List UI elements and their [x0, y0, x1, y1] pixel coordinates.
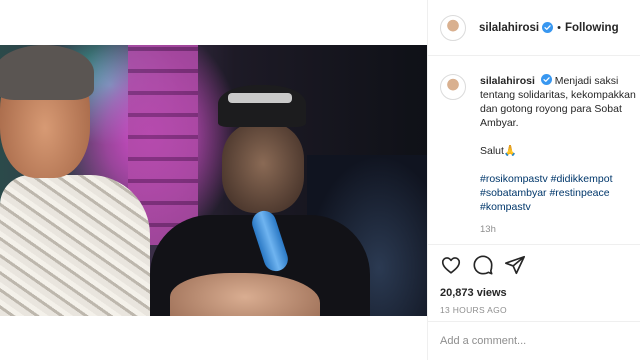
woman-hair	[0, 45, 94, 100]
post-video[interactable]	[0, 45, 427, 316]
post-side-panel: silalahirosi • Following silalahirosi Me…	[427, 0, 640, 360]
verified-badge-icon	[540, 74, 552, 85]
view-count[interactable]: 20,873 views	[440, 287, 629, 299]
comment-icon[interactable]	[472, 254, 494, 276]
caption-avatar[interactable]	[440, 74, 466, 100]
separator-dot: •	[557, 21, 561, 34]
caption-username[interactable]: silalahirosi	[480, 75, 535, 87]
man-cap	[218, 85, 306, 127]
action-bar: 20,873 views 13 HOURS AGO	[428, 244, 640, 320]
man-cap-band	[228, 93, 292, 103]
hashtag-link[interactable]: #sobatambyar	[480, 187, 547, 199]
media-panel	[0, 0, 427, 360]
verified-badge-icon	[542, 22, 554, 33]
caption-salut: Salut🙏	[480, 145, 518, 157]
caption-area: silalahirosi Menjadi saksi tentang solid…	[428, 56, 640, 244]
woman-figure	[0, 175, 150, 316]
header-username[interactable]: silalahirosi	[479, 22, 539, 34]
hashtag-link[interactable]: #restinpeace	[549, 187, 609, 199]
hashtag-link[interactable]: #didikkempot	[551, 173, 613, 185]
share-icon[interactable]	[504, 254, 526, 276]
heart-icon[interactable]	[440, 254, 462, 276]
caption-time: 13h	[480, 224, 496, 235]
action-icons	[440, 253, 629, 277]
comment-input[interactable]	[440, 335, 630, 347]
post-header: silalahirosi • Following	[428, 0, 640, 56]
man-face	[222, 123, 304, 213]
avatar[interactable]	[440, 14, 466, 41]
hashtag-list: #rosikompastv #didikkempot #sobatambyar …	[480, 172, 640, 214]
hashtag-link[interactable]: #kompastv	[480, 201, 531, 213]
caption-body: silalahirosi Menjadi saksi tentang solid…	[480, 74, 640, 244]
add-comment-bar	[428, 321, 640, 360]
following-button[interactable]: Following	[565, 22, 619, 34]
hashtag-link[interactable]: #rosikompastv	[480, 173, 548, 185]
post-timestamp[interactable]: 13 HOURS AGO	[440, 305, 629, 315]
